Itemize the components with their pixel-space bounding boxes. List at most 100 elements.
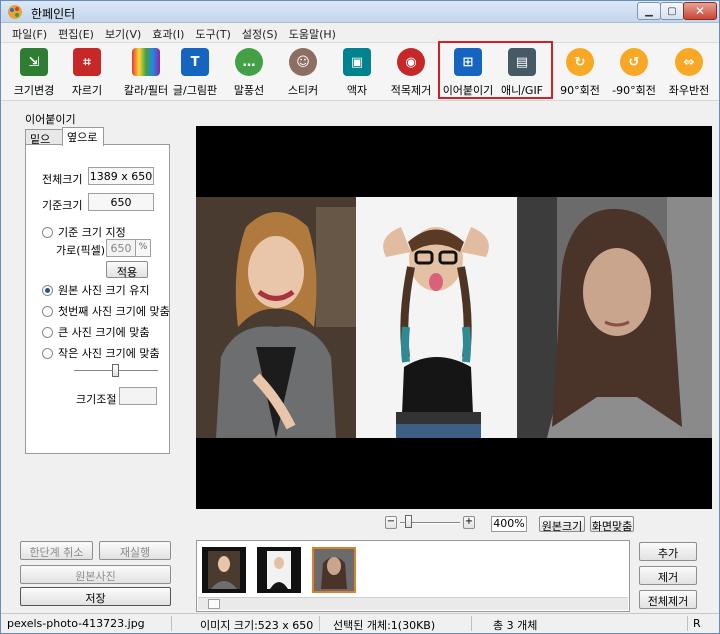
toolbar: ⇲ 크기변경 ⌗ 자르기 칼라/필터 T 글/그림판 … 말풍선 ☺ 스티커 ▣… [1, 43, 719, 101]
thumbnail-image-3 [314, 549, 354, 591]
radio-first[interactable] [42, 305, 53, 317]
woman-portrait-photo [517, 197, 712, 438]
original-size-button[interactable]: 원본크기 [539, 516, 585, 533]
opt-keep-label: 원본 사진 크기 유지 [58, 284, 150, 297]
woman-winking-photo [196, 197, 356, 438]
window-title: 한페인터 [31, 7, 76, 21]
status-image-size: 이미지 크기:523 x 650 [200, 619, 314, 632]
title-bar: 한페인터 ▁ ▢ ✕ [1, 1, 719, 23]
menu-settings[interactable]: 설정(S) [237, 23, 284, 42]
tab-below[interactable]: 밑으로 [25, 129, 63, 162]
thumbnail-2[interactable] [257, 547, 301, 593]
speech-bubble-icon: … [235, 48, 263, 76]
crop-icon: ⌗ [73, 48, 101, 76]
rotate-ccw-icon: ↺ [620, 48, 648, 76]
tab-side[interactable]: 옆으로 [62, 127, 104, 146]
merged-photo-3 [517, 197, 712, 438]
size-adjust-label: 크기조절 [76, 393, 117, 406]
frame-icon: ▣ [343, 48, 371, 76]
opt-large-photo[interactable]: 큰 사진 크기에 맞춤 [42, 324, 149, 340]
menu-bar: 파일(F) 편집(E) 보기(V) 효과(I) 도구(T) 설정(S) 도움말(… [1, 23, 719, 43]
merged-photo-2 [356, 197, 517, 438]
resize-icon: ⇲ [20, 48, 48, 76]
base-size-value: 650 [88, 193, 154, 211]
tool-red-eye[interactable]: ◉ 적목제거 [383, 43, 439, 99]
status-separator [171, 616, 172, 631]
app-logo-icon [8, 5, 22, 19]
add-button[interactable]: 추가 [639, 542, 697, 561]
status-filename: pexels-photo-413723.jpg [7, 617, 145, 630]
status-total: 총 3 개체 [493, 619, 538, 632]
menu-effect[interactable]: 효과(I) [147, 23, 190, 42]
fit-screen-button[interactable]: 화면맞춤 [590, 516, 634, 533]
thumbnail-strip [196, 540, 630, 612]
status-bar: pexels-photo-413723.jpg 이미지 크기:523 x 650… [1, 613, 719, 633]
tool-flip[interactable]: ⇔ 좌우반전 [661, 43, 717, 99]
radio-fixed[interactable] [42, 226, 53, 238]
zoom-percent: 400% [491, 516, 527, 532]
thumbnail-image-1 [202, 547, 246, 593]
apply-button[interactable]: 적용 [106, 261, 148, 279]
opt-small-label: 작은 사진 크기에 맞춤 [58, 347, 160, 360]
sticker-icon: ☺ [289, 48, 317, 76]
redo-button[interactable]: 재실행 [99, 541, 171, 560]
size-slider-thumb[interactable] [112, 364, 119, 377]
save-button[interactable]: 저장 [20, 587, 171, 606]
tool-label: 자르기 [71, 84, 103, 97]
opt-fixed-size[interactable]: 기준 크기 지정 [42, 224, 126, 240]
width-input[interactable]: 650 [106, 239, 136, 257]
highlight-box [438, 41, 553, 99]
zoom-out-button[interactable]: − [385, 516, 397, 529]
opt-first-photo[interactable]: 첫번째 사진 크기에 맞춤 [42, 303, 170, 319]
thumbnail-image-2 [257, 547, 301, 593]
menu-help[interactable]: 도움말(H) [284, 23, 342, 42]
woman-braids-photo [356, 197, 517, 438]
undo-button[interactable]: 한단계 취소 [20, 541, 93, 560]
menu-edit[interactable]: 편집(E) [53, 23, 100, 42]
opt-fixed-label: 기준 크기 지정 [58, 226, 126, 239]
scrollbar-thumb[interactable] [208, 599, 220, 609]
text-draw-icon: T [181, 48, 209, 76]
thumbnail-1[interactable] [202, 547, 246, 593]
size-adjust-input[interactable] [119, 387, 157, 405]
image-canvas[interactable] [196, 126, 712, 509]
tool-rotate-ccw[interactable]: ↺ -90°회전 [606, 43, 662, 99]
total-size-label: 전체크기 [42, 173, 83, 186]
thumbnail-scrollbar[interactable] [198, 597, 628, 610]
color-filter-icon [132, 48, 160, 76]
zoom-slider-thumb[interactable] [405, 515, 412, 528]
base-size-label: 기준크기 [42, 199, 83, 212]
tool-crop[interactable]: ⌗ 자르기 [59, 43, 115, 99]
status-separator [471, 616, 472, 631]
radio-small[interactable] [42, 347, 53, 359]
menu-tools[interactable]: 도구(T) [190, 23, 237, 42]
opt-first-label: 첫번째 사진 크기에 맞춤 [58, 305, 170, 318]
maximize-button[interactable]: ▢ [660, 2, 684, 20]
tab-panel: 전체크기 1389 x 650 기준크기 650 기준 크기 지정 가로(픽셀)… [25, 144, 170, 454]
radio-keep[interactable] [42, 284, 53, 296]
red-eye-icon: ◉ [397, 48, 425, 76]
radio-large[interactable] [42, 326, 53, 338]
app-window: 한페인터 ▁ ▢ ✕ 파일(F) 편집(E) 보기(V) 효과(I) 도구(T)… [0, 0, 720, 634]
thumbnail-3[interactable] [312, 547, 356, 593]
opt-keep-original[interactable]: 원본 사진 크기 유지 [42, 282, 149, 298]
remove-button[interactable]: 제거 [639, 566, 697, 585]
zoom-in-button[interactable]: + [463, 516, 475, 529]
percent-icon[interactable]: % [135, 239, 151, 257]
status-selected: 선택된 개체:1(30KB) [333, 619, 436, 632]
rotate-cw-icon: ↻ [566, 48, 594, 76]
menu-file[interactable]: 파일(F) [7, 23, 53, 42]
total-size-value: 1389 x 650 [88, 167, 154, 185]
tool-label: 좌우반전 [668, 84, 710, 97]
opt-small-photo[interactable]: 작은 사진 크기에 맞춤 [42, 345, 160, 361]
original-photo-button[interactable]: 원본사진 [20, 565, 171, 584]
remove-all-button[interactable]: 전체제거 [639, 590, 697, 609]
status-separator [319, 616, 320, 631]
width-label: 가로(픽셀) [56, 244, 106, 257]
minimize-button[interactable]: ▁ [637, 2, 661, 20]
close-button[interactable]: ✕ [683, 2, 717, 20]
status-separator [687, 616, 688, 631]
opt-large-label: 큰 사진 크기에 맞춤 [58, 326, 150, 339]
menu-view[interactable]: 보기(V) [100, 23, 147, 42]
panel-title: 이어붙이기 [25, 113, 76, 126]
